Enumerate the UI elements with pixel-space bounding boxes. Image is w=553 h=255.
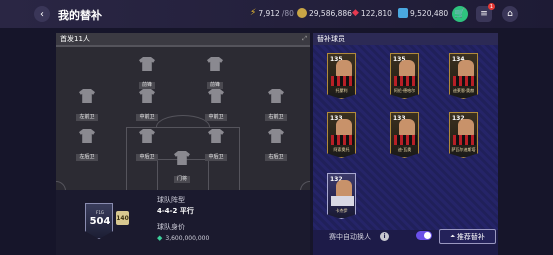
sub-card[interactable]: 134 迪莱恩·奥赫 (449, 53, 478, 99)
sub-card[interactable]: 132 卡杰伊 (327, 173, 356, 219)
gem-icon (398, 8, 408, 18)
team-value-label: 球队身价 (157, 223, 185, 231)
player-kit (453, 135, 476, 145)
jersey-icon (268, 129, 284, 143)
team-value: ◆ 3,600,000,000 (157, 234, 210, 242)
coin-icon (297, 8, 307, 18)
gem-counter[interactable]: 9,520,480 (398, 8, 448, 18)
back-button[interactable]: ‹ (34, 6, 50, 22)
player-slot-lb[interactable]: 左后卫 (70, 129, 104, 162)
corner-arc-right (300, 181, 310, 190)
team-ovr-badge-label: F1G (96, 210, 104, 215)
player-slot-st-left[interactable]: 前锋 (130, 57, 164, 90)
ruby-counter[interactable]: ◆ 122,810 (352, 8, 392, 18)
player-kit (453, 76, 476, 86)
team-info-panel: F1G 504 140 球队阵型 4-4-2 平行 球队身价 ◆ 3,600,0… (56, 190, 310, 255)
auto-sub-bar: 赛中自动换人 i ⏶ 推荐替补 (313, 229, 498, 245)
notification-badge: 1 (488, 3, 495, 10)
ruby-icon: ◆ (352, 8, 359, 18)
player-slot-rb[interactable]: 右后卫 (259, 129, 293, 162)
jersey-icon (79, 129, 95, 143)
sub-card[interactable]: 135 阿伦·德哈尔 (390, 53, 419, 99)
menu-button[interactable]: ≡ 1 (476, 3, 495, 22)
expand-icon[interactable]: ⤢ (302, 33, 307, 45)
energy-counter[interactable]: ⚡ 7,912/80 (250, 8, 294, 18)
jersey-icon (139, 89, 155, 103)
lightning-icon: ⚡ (250, 8, 257, 18)
player-slot-cb-right[interactable]: 中后卫 (199, 129, 233, 162)
subs-panel-header: 替补球员 (313, 33, 498, 45)
player-slot-st-right[interactable]: 前锋 (198, 57, 232, 90)
subs-grid: 135 托蒙利 135 阿伦·德哈尔 134 迪莱恩·奥赫 133 阿索奥托 133 迪-… (313, 45, 498, 230)
sub-card[interactable]: 133 迪-瓦奥 (390, 112, 419, 158)
jersey-icon (208, 89, 224, 103)
recommend-subs-button[interactable]: ⏶ 推荐替补 (439, 229, 496, 244)
jersey-icon (207, 57, 223, 71)
jersey-icon (268, 89, 284, 103)
info-icon[interactable]: i (380, 232, 389, 241)
player-kit (331, 135, 354, 145)
corner-arc-left (56, 181, 66, 190)
chemistry-badge: 140 (116, 211, 129, 225)
player-slot-rm[interactable]: 右前卫 (259, 89, 293, 122)
auto-sub-label: 赛中自动换人 (329, 233, 371, 241)
jersey-icon (79, 89, 95, 103)
coin-counter[interactable]: 29,586,886 (297, 8, 352, 18)
halfway-line (56, 45, 310, 47)
player-kit (331, 76, 354, 86)
jersey-icon (139, 57, 155, 71)
jersey-icon (174, 151, 190, 165)
sub-card[interactable]: 135 托蒙利 (327, 53, 356, 99)
top-bar: ‹ 我的替补 ⚡ 7,912/80 29,586,886 ◆ 122,810 9… (0, 0, 553, 28)
team-ovr-value: 504 (89, 216, 111, 227)
player-slot-lm[interactable]: 左前卫 (70, 89, 104, 122)
shop-button[interactable]: 🛒 (452, 6, 468, 22)
page-title: 我的替补 (58, 9, 102, 22)
home-button[interactable]: ⌂ (502, 6, 518, 22)
starting-panel-header: 首发11人 ⤢ (56, 33, 310, 45)
jersey-icon (139, 129, 155, 143)
player-kit (394, 135, 417, 145)
sub-card[interactable]: 132 萨瓦尔迪斯塔 (449, 112, 478, 158)
formation-value: 4-4-2 平行 (157, 207, 194, 215)
player-kit (394, 76, 417, 86)
jersey-icon (208, 129, 224, 143)
home-icon: ⌂ (507, 9, 513, 19)
menu-icon: ≡ (480, 9, 488, 19)
player-slot-cm-left[interactable]: 中前卫 (130, 89, 164, 122)
cart-icon: 🛒 (454, 9, 466, 19)
player-kit (331, 196, 354, 206)
up-arrow-icon: ⏶ (450, 232, 455, 240)
player-slot-cb-left[interactable]: 中后卫 (130, 129, 164, 162)
player-slot-gk[interactable]: 门将 (165, 151, 199, 184)
formation-label: 球队阵型 (157, 196, 185, 204)
auto-sub-toggle[interactable] (416, 231, 432, 240)
player-slot-cm-right[interactable]: 中前卫 (199, 89, 233, 122)
gem-icon: ◆ (157, 234, 163, 242)
chevron-left-icon: ‹ (40, 8, 44, 20)
substitutes-panel: 替补球员 135 托蒙利 135 阿伦·德哈尔 134 迪莱恩·奥赫 133 阿索奥托 … (313, 33, 498, 255)
sub-card[interactable]: 133 阿索奥托 (327, 112, 356, 158)
starting-lineup-panel: 首发11人 ⤢ 前锋 前锋 左前卫 中前卫 中前卫 右前卫 左后卫 中后卫 中后… (56, 33, 310, 190)
